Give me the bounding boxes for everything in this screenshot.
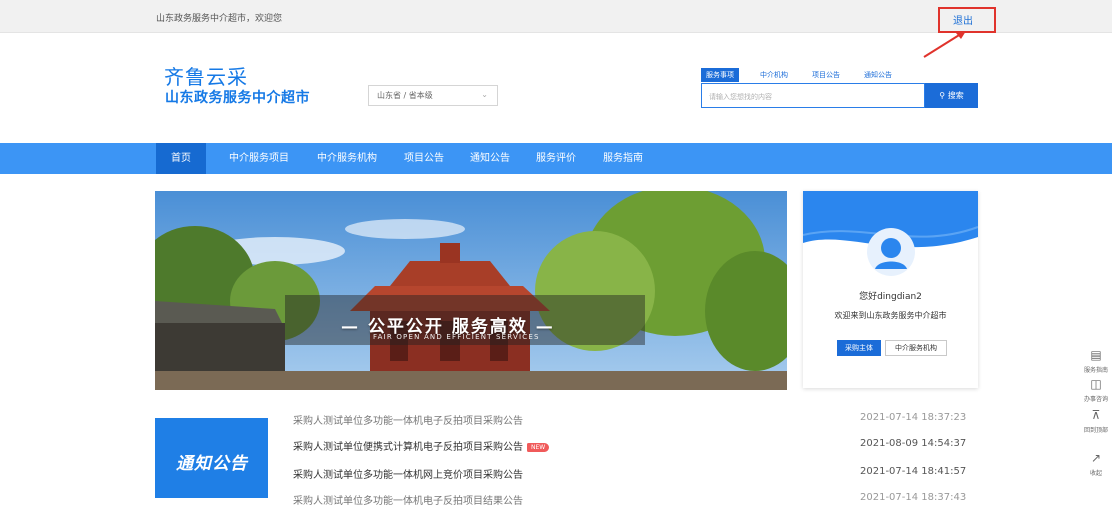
new-badge: NEW: [527, 442, 550, 452]
notice-item-date: 2021-07-14 18:37:43: [860, 492, 967, 503]
nav-project-announcements[interactable]: 项目公告: [404, 143, 444, 174]
search-tab-notices[interactable]: 通知公告: [859, 68, 897, 82]
notice-item[interactable]: 采购人测试单位多功能一体机电子反拍项目结果公告: [293, 492, 523, 507]
logo-subtitle: 山东政务服务中介超市: [165, 90, 310, 106]
nav-notices[interactable]: 通知公告: [470, 143, 510, 174]
search-tab-services[interactable]: 服务事项: [701, 68, 739, 82]
tool-consult[interactable]: ◫ 办事咨询: [1080, 377, 1112, 403]
tool-collapse[interactable]: ↗ 收起: [1080, 451, 1112, 477]
purchaser-button[interactable]: 采购主体: [837, 340, 881, 356]
search-input[interactable]: 请输入您想找的内容: [701, 83, 925, 108]
collapse-icon: ↗: [1090, 451, 1102, 465]
notice-item-text: 采购人测试单位多功能一体机电子反拍项目结果公告: [293, 496, 523, 507]
consult-icon: ◫: [1090, 377, 1102, 391]
tool-label: 服务指南: [1083, 367, 1108, 374]
notice-item[interactable]: 采购人测试单位多功能一体机电子反拍项目采购公告: [293, 412, 523, 427]
agency-button[interactable]: 中介服务机构: [885, 340, 947, 356]
tool-label: 办事咨询: [1083, 396, 1108, 403]
user-welcome: 欢迎来到山东政务服务中介超市: [834, 311, 947, 320]
notice-title: 通知公告: [176, 454, 248, 474]
notice-item-date: 2021-07-14 18:37:23: [860, 412, 967, 423]
welcome-text: 山东政务服务中介超市，欢迎您: [156, 14, 283, 24]
avatar: [867, 228, 915, 276]
notice-item[interactable]: 采购人测试单位便携式计算机电子反拍项目采购公告 NEW: [293, 438, 550, 453]
search-button-label: 搜索: [947, 91, 964, 100]
tool-back-to-top[interactable]: ⊼ 回到顶部: [1080, 408, 1112, 434]
notice-item-date: 2021-07-14 18:41:57: [860, 466, 967, 477]
search-tab-agencies[interactable]: 中介机构: [755, 68, 793, 82]
region-select[interactable]: 山东省 / 省本级 ⌄: [368, 85, 498, 106]
user-greeting: 您好dingdian2: [859, 292, 922, 302]
logo-title: 齐鲁云采: [164, 65, 248, 89]
tool-service-guide[interactable]: ▤ 服务指南: [1080, 348, 1112, 374]
nav-service-projects[interactable]: 中介服务项目: [229, 143, 289, 174]
notice-item-text: 采购人测试单位多功能一体机网上竞价项目采购公告: [293, 470, 523, 481]
nav-service-guide[interactable]: 服务指南: [603, 143, 643, 174]
notice-item-text: 采购人测试单位便携式计算机电子反拍项目采购公告: [293, 442, 523, 453]
hero-banner[interactable]: [155, 191, 787, 390]
tool-label: 回到顶部: [1083, 427, 1108, 434]
nav-home[interactable]: 首页: [156, 143, 206, 174]
search-placeholder: 请输入您想找的内容: [709, 93, 772, 101]
nav-service-evaluation[interactable]: 服务评价: [536, 143, 576, 174]
search-doc-icon: ▤: [1090, 348, 1102, 362]
search-icon: ⚲: [939, 91, 946, 100]
notice-item-date: 2021-08-09 14:54:37: [860, 438, 967, 449]
tool-label: 收起: [1089, 470, 1102, 477]
notice-item-text: 采购人测试单位多功能一体机电子反拍项目采购公告: [293, 416, 523, 427]
main-nav: 首页 中介服务项目 中介服务机构 项目公告 通知公告 服务评价 服务指南: [0, 143, 1112, 174]
search-tab-projects[interactable]: 项目公告: [807, 68, 845, 82]
nav-service-agencies[interactable]: 中介服务机构: [317, 143, 377, 174]
banner-image: [155, 191, 787, 390]
region-value: 山东省 / 省本级: [377, 91, 433, 100]
search-button[interactable]: ⚲ 搜索: [925, 83, 978, 108]
notice-item[interactable]: 采购人测试单位多功能一体机网上竞价项目采购公告: [293, 466, 523, 481]
back-to-top-icon: ⊼: [1091, 408, 1101, 422]
logout-link[interactable]: 退出: [953, 12, 973, 27]
banner-slogan-en: FAIR OPEN AND EFFICIENT SERVICES: [373, 333, 540, 341]
chevron-down-icon: ⌄: [481, 90, 488, 99]
annotation-arrow-icon: [923, 31, 966, 58]
